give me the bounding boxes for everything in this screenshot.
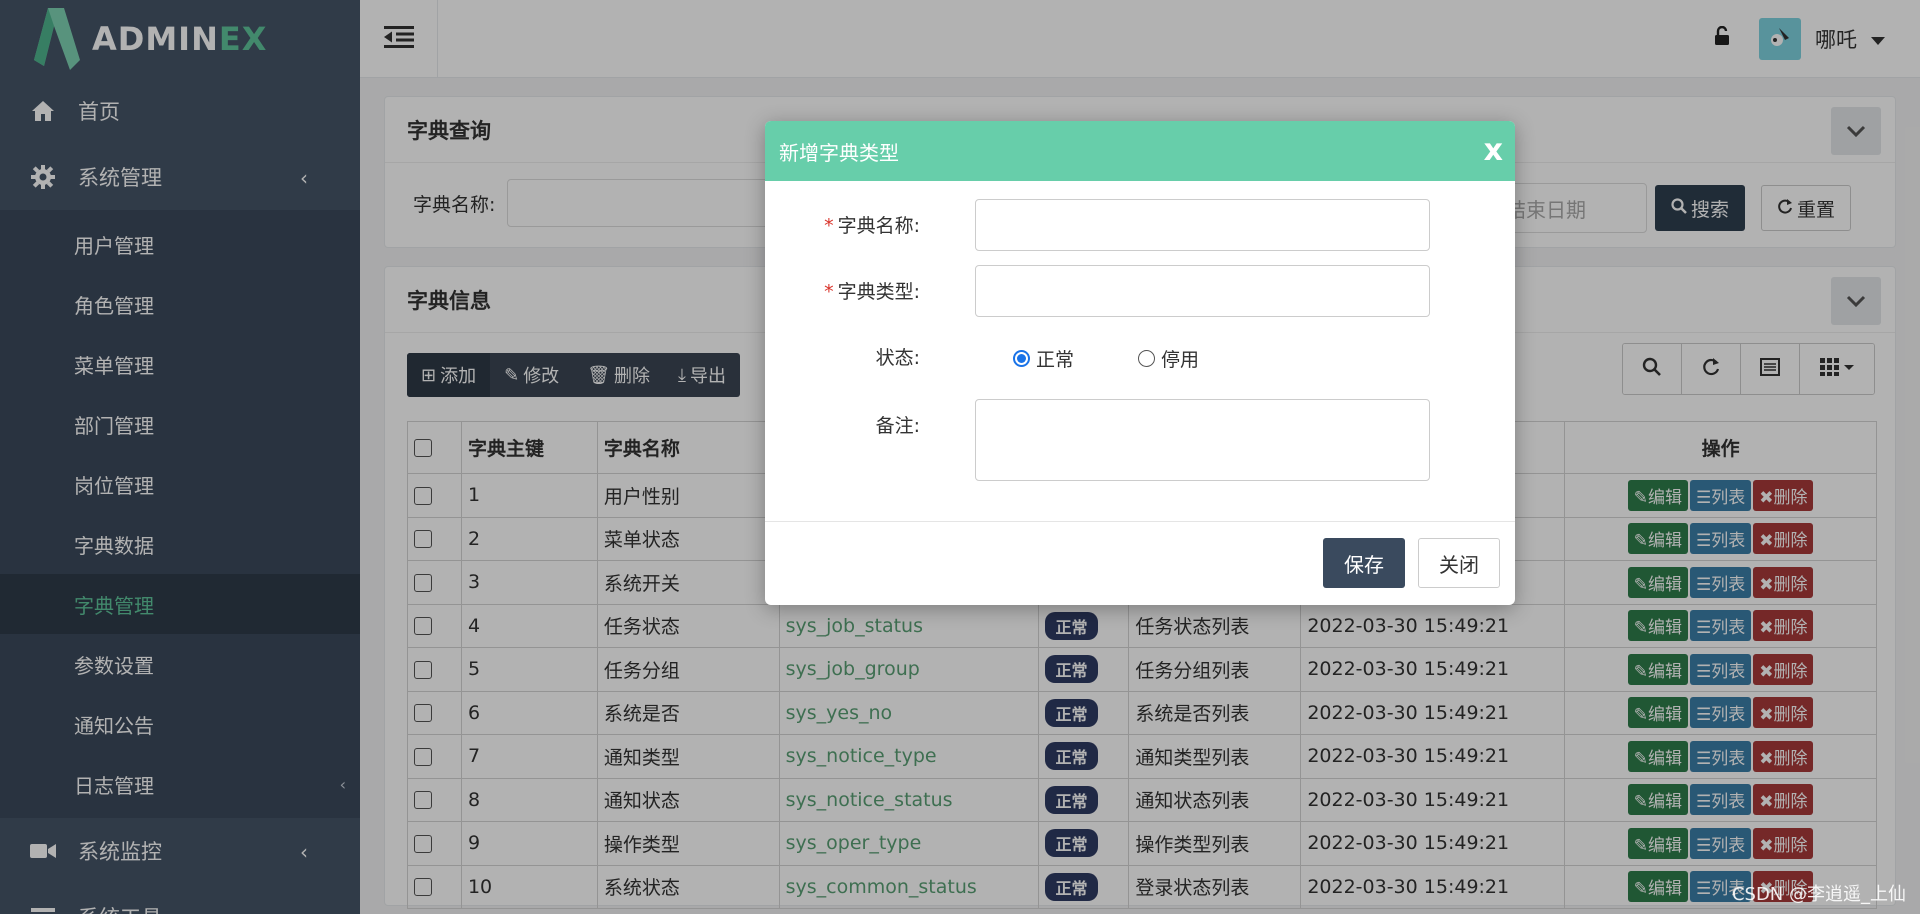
add-dict-type-dialog: 新增字典类型 x * 字典名称: * 字典类型: 状态: 正常 停用 备注: 保存 …: [765, 121, 1515, 605]
field-label: 备注:: [875, 415, 920, 437]
watermark: CSDN @李逍遥_上仙: [1731, 884, 1906, 905]
dict-type-field[interactable]: [975, 265, 1430, 317]
status-normal-radio[interactable]: [1013, 350, 1030, 367]
save-button[interactable]: 保存: [1323, 538, 1405, 588]
remark-textarea[interactable]: [975, 399, 1430, 481]
dialog-title: 新增字典类型: [779, 140, 899, 165]
status-radio-group: 正常 停用: [1013, 345, 1199, 372]
dialog-header: 新增字典类型 x: [765, 121, 1515, 181]
field-label: 状态:: [875, 347, 920, 369]
close-icon[interactable]: x: [1484, 133, 1503, 169]
status-disabled-radio[interactable]: [1138, 350, 1156, 367]
close-button[interactable]: 关闭: [1418, 538, 1500, 588]
status-disabled-option[interactable]: 停用: [1138, 345, 1199, 372]
dict-name-field[interactable]: [975, 199, 1430, 251]
dialog-footer: 保存 关闭: [765, 521, 1515, 605]
field-label: * 字典类型:: [824, 281, 920, 303]
status-normal-option[interactable]: 正常: [1013, 345, 1074, 372]
field-label: * 字典名称:: [824, 215, 920, 237]
